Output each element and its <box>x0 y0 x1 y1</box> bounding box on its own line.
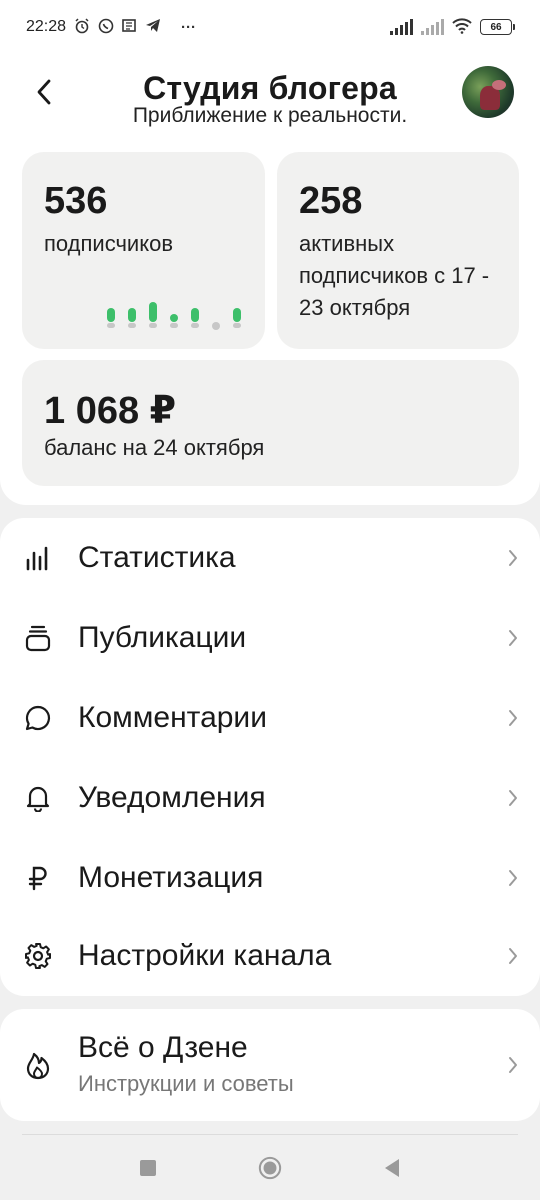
chart-bar <box>212 322 220 330</box>
about-zen-subtitle: Инструкции и советы <box>78 1071 294 1096</box>
chevron-right-icon <box>506 1053 520 1077</box>
chart-bar-base <box>233 323 241 328</box>
balance-value: 1 068 ₽ <box>44 390 177 432</box>
publications-icon <box>22 622 54 654</box>
channel-name: Приближение к реальности. <box>132 104 408 127</box>
page-title: Студия блогера <box>143 70 397 106</box>
active-subscribers-count: 258 <box>299 180 363 222</box>
divider <box>22 1134 518 1135</box>
menu-item-comments[interactable]: Комментарии <box>0 678 540 758</box>
menu-item-label: Комментарии <box>78 701 267 734</box>
menu-item-label: Настройки канала <box>78 939 332 972</box>
chevron-right-icon <box>506 944 520 968</box>
triangle-back-icon <box>385 1159 399 1177</box>
signal-2-icon <box>421 19 444 35</box>
chevron-right-icon <box>506 866 520 890</box>
menu-item-label: Монетизация <box>78 861 264 894</box>
about-zen-title: Всё о Дзене <box>78 1031 248 1064</box>
chart-bar-base <box>191 323 199 328</box>
ruble-icon <box>22 862 54 894</box>
flame-icon <box>22 1049 54 1081</box>
back-nav-button[interactable] <box>380 1156 404 1180</box>
status-bar: 22:28 ··· 66 <box>0 0 540 60</box>
chevron-right-icon <box>506 786 520 810</box>
chevron-right-icon <box>506 546 520 570</box>
menu-item-label: Уведомления <box>78 781 266 814</box>
menu-item-notifications[interactable]: Уведомления <box>0 758 540 838</box>
home-button[interactable] <box>258 1156 282 1180</box>
subscribers-mini-chart <box>107 302 247 342</box>
menu-item-publications[interactable]: Публикации <box>0 598 540 678</box>
subscribers-label: подписчиков <box>44 231 174 256</box>
square-icon <box>140 1160 156 1176</box>
chart-bar <box>128 308 136 322</box>
subscribers-card[interactable]: 536 подписчиков <box>22 152 265 349</box>
telegram-icon <box>145 18 161 36</box>
status-time: 22:28 <box>26 18 67 35</box>
studio-menu: Статистика Публикации Комментарии Уведом… <box>0 518 540 996</box>
about-zen-item[interactable]: Всё о Дзене Инструкции и советы <box>0 1009 540 1121</box>
menu-item-label: Статистика <box>78 541 236 574</box>
chart-bar <box>170 314 178 322</box>
chart-bar-base <box>170 323 178 328</box>
more-notifications-icon: ··· <box>181 18 197 36</box>
gear-icon <box>22 940 54 972</box>
active-subscribers-label: активных подписчиков с 17 - 23 октября <box>299 231 490 320</box>
system-navigation-bar <box>0 1128 540 1200</box>
comment-icon <box>22 702 54 734</box>
chart-bar-base <box>107 323 115 328</box>
subscribers-count: 536 <box>44 180 108 222</box>
chart-bar <box>233 308 241 322</box>
wifi-icon <box>452 17 472 37</box>
avatar[interactable] <box>462 66 514 118</box>
recents-button[interactable] <box>136 1156 160 1180</box>
news-icon <box>122 18 137 36</box>
chart-bar-base <box>128 323 136 328</box>
chevron-right-icon <box>506 626 520 650</box>
circle-icon <box>258 1156 282 1180</box>
signal-icon <box>390 19 413 35</box>
chart-bar <box>107 308 115 322</box>
chevron-right-icon <box>506 706 520 730</box>
whatsapp-icon <box>98 18 114 37</box>
battery-level: 66 <box>490 21 502 33</box>
chart-bar-base <box>149 323 157 328</box>
blogger-studio-header-panel: Студия блогера Приближение к реальности.… <box>0 60 540 505</box>
alarm-icon <box>74 17 90 37</box>
battery-icon: 66 <box>480 19 515 35</box>
stats-icon <box>22 542 54 574</box>
bell-icon <box>22 782 54 814</box>
chart-bar <box>149 302 157 322</box>
chart-bar <box>191 308 199 322</box>
menu-item-channel-settings[interactable]: Настройки канала <box>0 916 540 996</box>
active-subscribers-card[interactable]: 258 активных подписчиков с 17 - 23 октяб… <box>277 152 519 349</box>
menu-item-monetization[interactable]: Монетизация <box>0 838 540 918</box>
menu-item-statistics[interactable]: Статистика <box>0 518 540 598</box>
balance-label: баланс на 24 октября <box>44 435 265 460</box>
balance-card[interactable]: 1 068 ₽ баланс на 24 октября <box>22 360 519 486</box>
menu-item-label: Публикации <box>78 621 247 654</box>
